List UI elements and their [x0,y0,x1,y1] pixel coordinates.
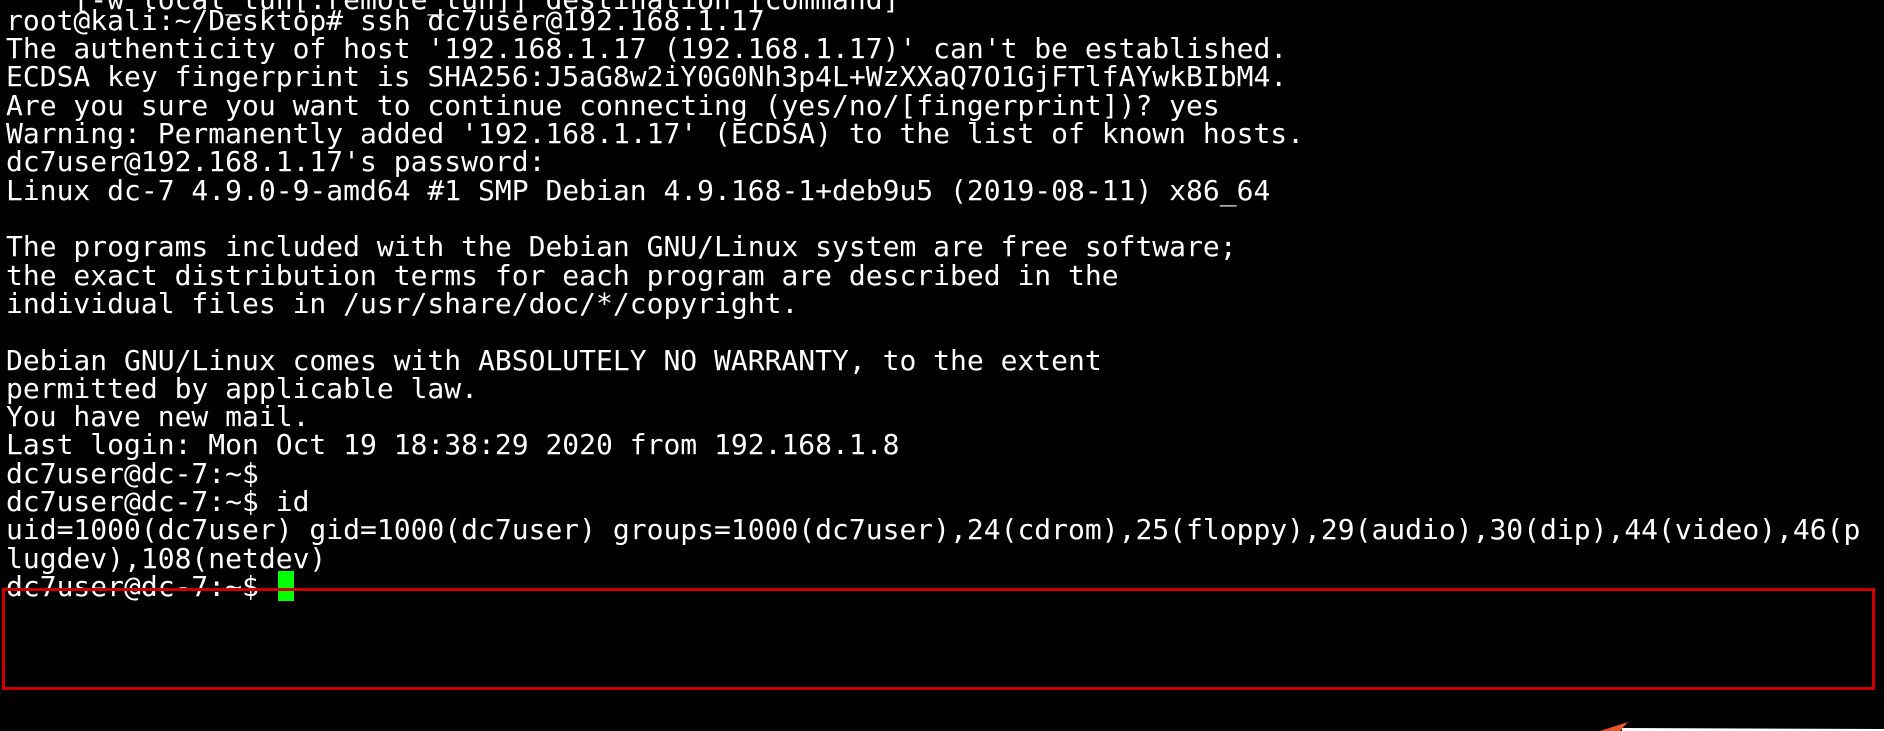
terminal-line-motd-3: individual files in /usr/share/doc/*/cop… [6,287,799,320]
terminal-line-uname: Linux dc-7 4.9.0-9-amd64 #1 SMP Debian 4… [6,174,1271,207]
arrow-icon [1600,722,1884,731]
terminal-window[interactable]: [-w local_tun[:remote_tun]] destination … [0,0,1884,731]
highlight-box [2,588,1875,690]
